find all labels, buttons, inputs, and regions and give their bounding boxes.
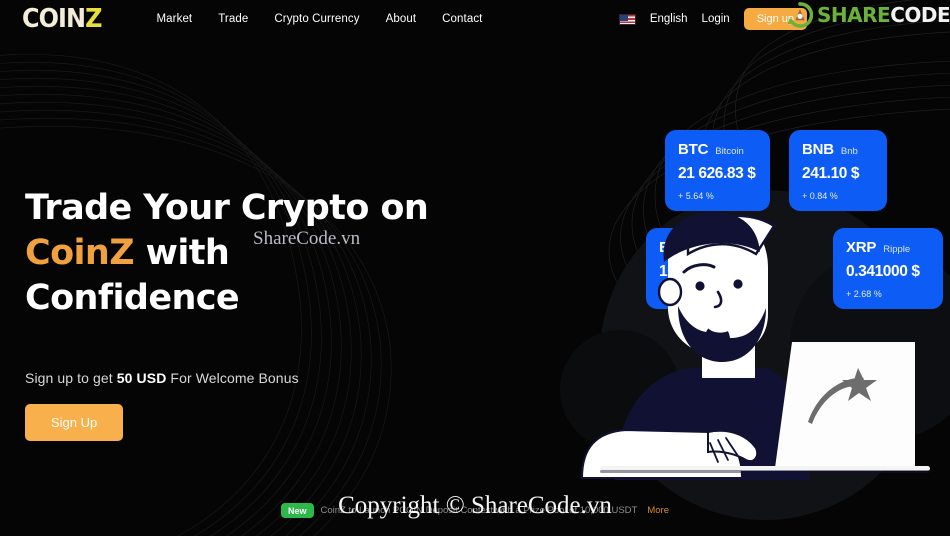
- page-title: Trade Your Crypto on CoinZ with Confiden…: [25, 186, 495, 320]
- logo-text-coin: COIN: [22, 4, 86, 34]
- status-badge: New: [281, 503, 314, 518]
- hero-section: Trade Your Crypto on CoinZ with Confiden…: [25, 186, 495, 442]
- price-card-change: + 5.64 %: [678, 191, 714, 201]
- hero-subtitle-suffix: For Welcome Bonus: [166, 370, 299, 387]
- nav-link-contact[interactable]: Contact: [442, 13, 482, 25]
- price-card-price: 241.10 $: [802, 165, 860, 182]
- price-card-symbol: BNB: [802, 141, 834, 158]
- price-card-bnb[interactable]: BNB Bnb 241.10 $ + 0.84 %: [789, 130, 887, 211]
- top-navbar: COINZ Market Trade Crypto Currency About…: [0, 0, 950, 38]
- signup-button-nav[interactable]: Sign up: [743, 8, 807, 30]
- language-selector[interactable]: English: [650, 13, 688, 25]
- nav-link-trade[interactable]: Trade: [218, 13, 248, 25]
- headline-line-2-rest: with: [134, 232, 230, 273]
- price-card-change: + 0.84 %: [802, 191, 838, 201]
- landing-page: COINZ Market Trade Crypto Currency About…: [0, 0, 950, 536]
- hero-subtitle-prefix: Sign up to get: [25, 370, 117, 387]
- login-link[interactable]: Login: [702, 13, 730, 25]
- nav-link-market[interactable]: Market: [156, 13, 192, 25]
- headline-line-3: Confidence: [25, 277, 240, 318]
- us-flag-icon: [618, 13, 636, 25]
- logo-text-z: Z: [85, 4, 102, 34]
- man-at-laptop-illustration: [580, 212, 930, 480]
- price-card-btc[interactable]: BTC Bitcoin 21 626.83 $ + 5.64 %: [665, 130, 770, 211]
- signup-button-hero[interactable]: Sign Up: [25, 404, 124, 442]
- hero-illustration: [560, 210, 950, 480]
- price-card-symbol: BTC: [678, 141, 709, 158]
- nav-links: Market Trade Crypto Currency About Conta…: [156, 13, 618, 25]
- news-ticker: New CoinZ to Launch PCOIN Deposit Contes…: [0, 503, 950, 518]
- nav-right-group: English Login Sign up: [618, 8, 807, 30]
- nav-link-crypto-currency[interactable]: Crypto Currency: [274, 13, 359, 25]
- hero-subtitle-amount: 50 USD: [116, 370, 167, 387]
- headline-line-1: Trade Your Crypto on: [25, 188, 429, 228]
- site-logo[interactable]: COINZ: [22, 6, 102, 32]
- hero-subtitle: Sign up to get 50 USD For Welcome Bonus: [25, 370, 495, 386]
- news-ticker-more-link[interactable]: More: [647, 505, 669, 516]
- price-card-name: Bnb: [840, 146, 858, 157]
- nav-link-about[interactable]: About: [386, 13, 417, 25]
- price-card-name: Bitcoin: [715, 146, 744, 157]
- headline-brand-word: CoinZ: [25, 232, 135, 273]
- price-card-price: 21 626.83 $: [678, 165, 756, 182]
- news-ticker-text: CoinZ to Launch PCOIN Deposit Contest wi…: [320, 505, 638, 516]
